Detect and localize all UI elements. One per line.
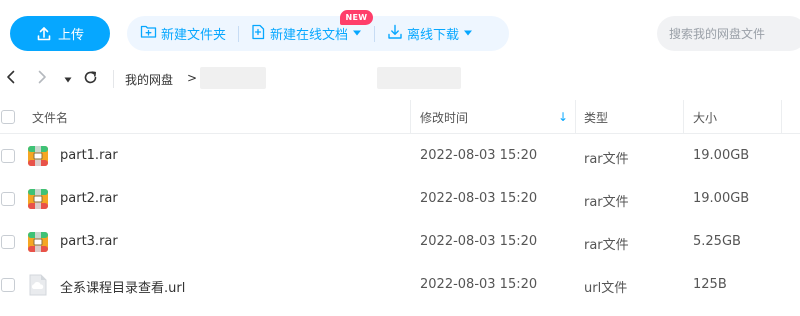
divider (374, 25, 376, 42)
download-icon (387, 24, 403, 44)
table-row[interactable]: part3.rar 2022-08-03 15:20 rar文件 5.25GB (0, 221, 800, 264)
refresh-icon (83, 70, 98, 89)
new-folder-icon (140, 24, 157, 43)
file-name[interactable]: 全系课程目录查看.url (60, 277, 185, 296)
new-online-doc-label: 新建在线文档 (270, 28, 349, 43)
upload-label: 上传 (57, 28, 84, 43)
chevron-right-icon (37, 70, 47, 88)
column-header-size[interactable]: 大小 (693, 100, 717, 134)
url-file-icon (27, 274, 49, 296)
chevron-left-icon (6, 70, 16, 88)
file-size: 19.00GB (693, 191, 750, 206)
file-type: rar文件 (584, 238, 629, 253)
history-dropdown[interactable] (59, 70, 77, 88)
file-name[interactable]: part3.rar (60, 234, 118, 249)
redacted-breadcrumb (200, 67, 266, 89)
file-name[interactable]: part2.rar (60, 191, 118, 206)
file-name[interactable]: part1.rar (60, 148, 118, 163)
new-folder-button[interactable]: 新建文件夹 (140, 24, 226, 43)
divider (113, 70, 114, 88)
caret-down-icon (64, 72, 72, 87)
offline-download-label: 离线下载 (407, 28, 460, 43)
divider (238, 25, 240, 42)
table-row[interactable]: part2.rar 2022-08-03 15:20 rar文件 19.00GB (0, 178, 800, 221)
breadcrumb-root[interactable]: 我的网盘 (125, 71, 173, 88)
back-button[interactable] (2, 70, 20, 88)
row-checkbox[interactable] (1, 192, 15, 206)
toolbar: 上传 新建文件夹 新建在线文档 离线下载 NEW 搜索我的网盘文件 (0, 0, 800, 64)
column-divider (781, 100, 782, 134)
column-header-name[interactable]: 文件名 (32, 100, 68, 134)
column-divider (410, 100, 411, 134)
column-divider (575, 100, 576, 134)
redacted-breadcrumb (377, 67, 461, 89)
file-modified: 2022-08-03 15:20 (420, 148, 538, 163)
forward-button[interactable] (33, 70, 51, 88)
file-type: url文件 (584, 281, 628, 296)
upload-button[interactable]: 上传 (10, 16, 110, 51)
new-online-doc-button[interactable]: 新建在线文档 (251, 24, 362, 44)
checkbox[interactable] (1, 110, 15, 124)
rar-archive-icon (27, 188, 49, 210)
offline-download-button[interactable]: 离线下载 (387, 24, 473, 44)
file-size: 125B (693, 277, 727, 292)
rar-archive-icon (27, 145, 49, 167)
new-doc-icon (251, 24, 266, 44)
rar-archive-icon (27, 231, 49, 253)
row-checkbox[interactable] (1, 278, 15, 292)
file-type: rar文件 (584, 195, 629, 210)
table-row[interactable]: part1.rar 2022-08-03 15:20 rar文件 19.00GB (0, 135, 800, 178)
chevron-down-icon (352, 26, 362, 41)
column-divider (683, 100, 684, 134)
file-size: 5.25GB (693, 234, 741, 249)
column-header-type[interactable]: 类型 (584, 100, 608, 134)
table-row[interactable]: 全系课程目录查看.url 2022-08-03 15:20 url文件 125B (0, 264, 800, 307)
refresh-button[interactable] (81, 70, 99, 88)
search-input[interactable] (657, 16, 800, 51)
file-type: rar文件 (584, 152, 629, 167)
row-checkbox[interactable] (1, 235, 15, 249)
file-modified: 2022-08-03 15:20 (420, 191, 538, 206)
table-header: 文件名 修改时间 ↓ 类型 大小 (0, 100, 800, 134)
new-badge: NEW (340, 10, 373, 25)
sort-desc-icon[interactable]: ↓ (558, 100, 568, 134)
navigation-bar: 我的网盘 > (0, 64, 800, 94)
column-header-modified[interactable]: 修改时间 (420, 100, 468, 134)
file-modified: 2022-08-03 15:20 (420, 277, 538, 292)
chevron-down-icon (463, 26, 473, 41)
file-modified: 2022-08-03 15:20 (420, 234, 538, 249)
row-checkbox[interactable] (1, 149, 15, 163)
breadcrumb-separator: > (187, 71, 198, 85)
file-size: 19.00GB (693, 148, 750, 163)
new-folder-label: 新建文件夹 (161, 28, 227, 43)
upload-icon (36, 26, 52, 42)
select-all-checkbox[interactable] (1, 100, 15, 134)
toolbar-actions: 新建文件夹 新建在线文档 离线下载 (127, 16, 509, 51)
